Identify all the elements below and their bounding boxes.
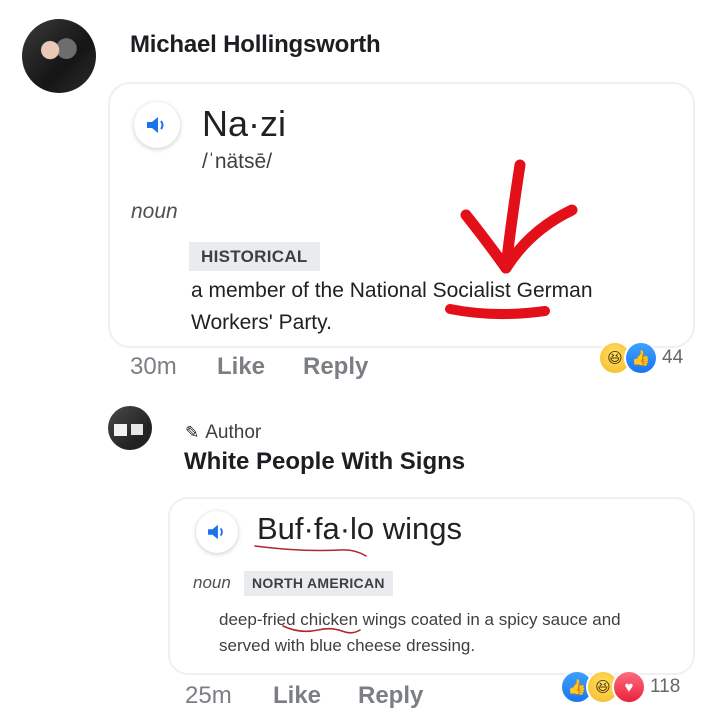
like-link[interactable]: Like <box>273 682 321 710</box>
comment-timestamp[interactable]: 25m <box>185 682 232 710</box>
part-of-speech: noun <box>131 200 178 223</box>
reply-link[interactable]: Reply <box>303 353 368 381</box>
reply-link[interactable]: Reply <box>358 682 423 710</box>
definition-text: deep-fried chicken wings coated in a spi… <box>219 610 621 655</box>
dictionary-word: Buf·fa·lo wings <box>257 511 463 546</box>
speaker-icon[interactable] <box>134 102 180 148</box>
avatar[interactable] <box>22 19 96 93</box>
author-badge-label: Author <box>205 422 262 443</box>
reactions-summary[interactable]: 👍 😆 ♥ 118 <box>560 670 680 704</box>
part-of-speech: noun <box>193 573 231 592</box>
speaker-icon[interactable] <box>196 511 238 553</box>
avatar[interactable] <box>108 406 152 450</box>
reactions-summary[interactable]: 😆 👍 44 <box>598 341 683 375</box>
author-badge: ✎ Author <box>185 422 261 444</box>
like-link[interactable]: Like <box>217 353 265 381</box>
usage-tag: HISTORICAL <box>189 242 320 271</box>
love-icon: ♥ <box>612 670 646 704</box>
reaction-count: 118 <box>650 676 681 697</box>
usage-tag: NORTH AMERICAN <box>244 571 393 596</box>
like-icon: 👍 <box>624 341 658 375</box>
comment-author-name[interactable]: White People With Signs <box>184 448 465 476</box>
pencil-icon: ✎ <box>185 423 200 442</box>
definition-text: a member of the National Socialist Germa… <box>191 279 593 334</box>
comment-timestamp[interactable]: 30m <box>130 353 177 381</box>
reaction-count: 44 <box>662 347 684 368</box>
dictionary-word: Na·zi <box>202 103 287 144</box>
comment-author-name[interactable]: Michael Hollingsworth <box>130 31 381 59</box>
pronunciation: /ˈnätsē/ <box>202 150 273 173</box>
